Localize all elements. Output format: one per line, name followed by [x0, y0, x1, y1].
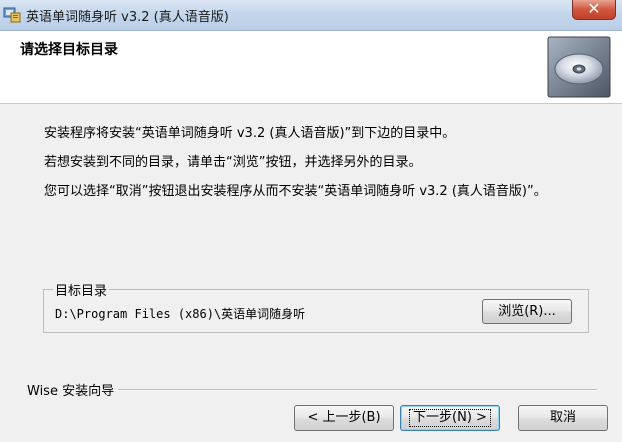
destination-group-label: 目标目录: [53, 280, 110, 299]
destination-path: D:\Program Files (x86)\英语单词随身听: [55, 307, 306, 321]
browse-hint-text: 若想安装到不同的目录，请单击“浏览”按钮，并选择另外的目录。: [44, 155, 422, 170]
page-title: 请选择目标目录: [20, 42, 118, 58]
install-info-text: 安装程序将安装“英语单词随身听 v3.2 (真人语音版)”到下边的目录中。: [44, 126, 456, 141]
browse-button[interactable]: 浏览(R)...: [482, 299, 572, 324]
installer-window: 英语单词随身听 v3.2 (真人语音版) ✕ 请选择目标目录 安装程序将安装“英…: [0, 0, 622, 442]
wizard-header: 请选择目标目录: [0, 31, 622, 104]
next-button[interactable]: 下一步(N) >: [400, 405, 500, 431]
back-button[interactable]: < 上一步(B): [294, 405, 394, 431]
close-icon: ✕: [587, 0, 601, 18]
cd-disc-icon: [547, 36, 611, 98]
next-button-label: 下一步(N) >: [409, 409, 491, 427]
title-bar[interactable]: 英语单词随身听 v3.2 (真人语音版) ✕: [0, 0, 622, 31]
window-title: 英语单词随身听 v3.2 (真人语音版): [26, 10, 229, 25]
destination-group: 目标目录 D:\Program Files (x86)\英语单词随身听 浏览(R…: [43, 280, 589, 333]
cancel-hint-text: 您可以选择“取消”按钮退出安装程序从而不安装“英语单词随身听 v3.2 (真人语…: [44, 184, 547, 199]
installer-app-icon: [3, 5, 21, 23]
cancel-button[interactable]: 取消: [518, 405, 608, 431]
wise-brand-label: Wise 安装向导: [27, 380, 119, 399]
close-button[interactable]: ✕: [572, 0, 616, 20]
